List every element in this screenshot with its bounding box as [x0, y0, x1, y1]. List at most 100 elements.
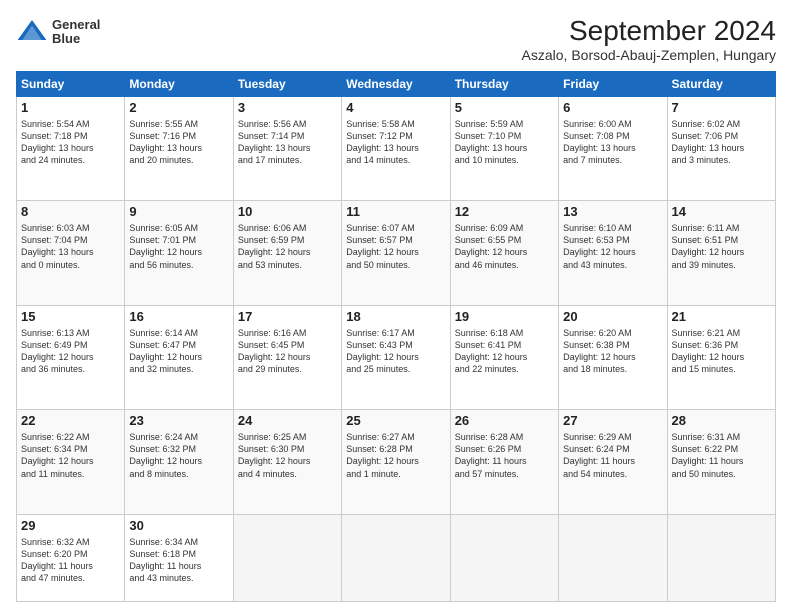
day-info: Sunrise: 6:28 AM Sunset: 6:26 PM Dayligh… [455, 431, 554, 480]
day-info: Sunrise: 6:07 AM Sunset: 6:57 PM Dayligh… [346, 222, 445, 271]
day-number: 29 [21, 518, 120, 535]
calendar-cell: 8Sunrise: 6:03 AM Sunset: 7:04 PM Daylig… [17, 201, 125, 305]
week-row-3: 15Sunrise: 6:13 AM Sunset: 6:49 PM Dayli… [17, 305, 776, 409]
logo-line2: Blue [52, 32, 100, 46]
day-info: Sunrise: 6:21 AM Sunset: 6:36 PM Dayligh… [672, 327, 771, 376]
day-number: 25 [346, 413, 445, 430]
calendar-cell: 20Sunrise: 6:20 AM Sunset: 6:38 PM Dayli… [559, 305, 667, 409]
calendar-cell: 10Sunrise: 6:06 AM Sunset: 6:59 PM Dayli… [233, 201, 341, 305]
day-number: 21 [672, 309, 771, 326]
day-info: Sunrise: 6:31 AM Sunset: 6:22 PM Dayligh… [672, 431, 771, 480]
week-row-2: 8Sunrise: 6:03 AM Sunset: 7:04 PM Daylig… [17, 201, 776, 305]
calendar-cell: 9Sunrise: 6:05 AM Sunset: 7:01 PM Daylig… [125, 201, 233, 305]
day-info: Sunrise: 6:25 AM Sunset: 6:30 PM Dayligh… [238, 431, 337, 480]
day-number: 28 [672, 413, 771, 430]
calendar-cell [559, 514, 667, 601]
calendar-cell: 13Sunrise: 6:10 AM Sunset: 6:53 PM Dayli… [559, 201, 667, 305]
calendar-cell: 14Sunrise: 6:11 AM Sunset: 6:51 PM Dayli… [667, 201, 775, 305]
day-info: Sunrise: 6:11 AM Sunset: 6:51 PM Dayligh… [672, 222, 771, 271]
weekday-header-monday: Monday [125, 71, 233, 96]
calendar-cell: 5Sunrise: 5:59 AM Sunset: 7:10 PM Daylig… [450, 96, 558, 200]
calendar-cell: 17Sunrise: 6:16 AM Sunset: 6:45 PM Dayli… [233, 305, 341, 409]
day-info: Sunrise: 6:02 AM Sunset: 7:06 PM Dayligh… [672, 118, 771, 167]
day-info: Sunrise: 5:59 AM Sunset: 7:10 PM Dayligh… [455, 118, 554, 167]
day-number: 12 [455, 204, 554, 221]
title-block: September 2024 Aszalo, Borsod-Abauj-Zemp… [522, 16, 776, 63]
day-info: Sunrise: 5:54 AM Sunset: 7:18 PM Dayligh… [21, 118, 120, 167]
calendar-cell: 22Sunrise: 6:22 AM Sunset: 6:34 PM Dayli… [17, 410, 125, 514]
day-number: 20 [563, 309, 662, 326]
day-number: 30 [129, 518, 228, 535]
day-info: Sunrise: 6:00 AM Sunset: 7:08 PM Dayligh… [563, 118, 662, 167]
day-info: Sunrise: 6:13 AM Sunset: 6:49 PM Dayligh… [21, 327, 120, 376]
day-number: 26 [455, 413, 554, 430]
day-info: Sunrise: 6:32 AM Sunset: 6:20 PM Dayligh… [21, 536, 120, 585]
day-info: Sunrise: 6:05 AM Sunset: 7:01 PM Dayligh… [129, 222, 228, 271]
header: General Blue September 2024 Aszalo, Bors… [16, 16, 776, 63]
logo-icon [16, 16, 48, 48]
calendar-cell: 29Sunrise: 6:32 AM Sunset: 6:20 PM Dayli… [17, 514, 125, 601]
day-number: 22 [21, 413, 120, 430]
calendar-cell: 2Sunrise: 5:55 AM Sunset: 7:16 PM Daylig… [125, 96, 233, 200]
calendar-cell: 16Sunrise: 6:14 AM Sunset: 6:47 PM Dayli… [125, 305, 233, 409]
week-row-4: 22Sunrise: 6:22 AM Sunset: 6:34 PM Dayli… [17, 410, 776, 514]
day-number: 11 [346, 204, 445, 221]
calendar-cell [342, 514, 450, 601]
calendar-cell: 3Sunrise: 5:56 AM Sunset: 7:14 PM Daylig… [233, 96, 341, 200]
calendar-cell: 23Sunrise: 6:24 AM Sunset: 6:32 PM Dayli… [125, 410, 233, 514]
calendar-cell: 26Sunrise: 6:28 AM Sunset: 6:26 PM Dayli… [450, 410, 558, 514]
day-number: 15 [21, 309, 120, 326]
calendar-cell: 11Sunrise: 6:07 AM Sunset: 6:57 PM Dayli… [342, 201, 450, 305]
day-number: 2 [129, 100, 228, 117]
calendar-cell: 28Sunrise: 6:31 AM Sunset: 6:22 PM Dayli… [667, 410, 775, 514]
day-number: 19 [455, 309, 554, 326]
calendar-cell [233, 514, 341, 601]
day-info: Sunrise: 6:22 AM Sunset: 6:34 PM Dayligh… [21, 431, 120, 480]
day-info: Sunrise: 5:58 AM Sunset: 7:12 PM Dayligh… [346, 118, 445, 167]
calendar-cell: 21Sunrise: 6:21 AM Sunset: 6:36 PM Dayli… [667, 305, 775, 409]
day-number: 13 [563, 204, 662, 221]
calendar-cell: 27Sunrise: 6:29 AM Sunset: 6:24 PM Dayli… [559, 410, 667, 514]
day-info: Sunrise: 5:55 AM Sunset: 7:16 PM Dayligh… [129, 118, 228, 167]
calendar-cell: 4Sunrise: 5:58 AM Sunset: 7:12 PM Daylig… [342, 96, 450, 200]
calendar-cell: 30Sunrise: 6:34 AM Sunset: 6:18 PM Dayli… [125, 514, 233, 601]
day-number: 3 [238, 100, 337, 117]
calendar-cell: 12Sunrise: 6:09 AM Sunset: 6:55 PM Dayli… [450, 201, 558, 305]
calendar-table: SundayMondayTuesdayWednesdayThursdayFrid… [16, 71, 776, 602]
calendar-cell: 7Sunrise: 6:02 AM Sunset: 7:06 PM Daylig… [667, 96, 775, 200]
day-number: 4 [346, 100, 445, 117]
day-number: 10 [238, 204, 337, 221]
day-info: Sunrise: 6:03 AM Sunset: 7:04 PM Dayligh… [21, 222, 120, 271]
calendar-cell: 24Sunrise: 6:25 AM Sunset: 6:30 PM Dayli… [233, 410, 341, 514]
day-number: 16 [129, 309, 228, 326]
calendar-cell [450, 514, 558, 601]
day-info: Sunrise: 6:27 AM Sunset: 6:28 PM Dayligh… [346, 431, 445, 480]
day-number: 9 [129, 204, 228, 221]
day-number: 7 [672, 100, 771, 117]
page: General Blue September 2024 Aszalo, Bors… [0, 0, 792, 612]
calendar-cell [667, 514, 775, 601]
day-info: Sunrise: 6:14 AM Sunset: 6:47 PM Dayligh… [129, 327, 228, 376]
week-row-5: 29Sunrise: 6:32 AM Sunset: 6:20 PM Dayli… [17, 514, 776, 601]
day-info: Sunrise: 6:06 AM Sunset: 6:59 PM Dayligh… [238, 222, 337, 271]
week-row-1: 1Sunrise: 5:54 AM Sunset: 7:18 PM Daylig… [17, 96, 776, 200]
logo-line1: General [52, 18, 100, 32]
day-info: Sunrise: 6:16 AM Sunset: 6:45 PM Dayligh… [238, 327, 337, 376]
day-number: 8 [21, 204, 120, 221]
calendar-cell: 15Sunrise: 6:13 AM Sunset: 6:49 PM Dayli… [17, 305, 125, 409]
day-number: 17 [238, 309, 337, 326]
calendar-cell: 1Sunrise: 5:54 AM Sunset: 7:18 PM Daylig… [17, 96, 125, 200]
page-title: September 2024 [522, 16, 776, 47]
logo-text: General Blue [52, 18, 100, 47]
day-number: 24 [238, 413, 337, 430]
day-info: Sunrise: 6:18 AM Sunset: 6:41 PM Dayligh… [455, 327, 554, 376]
weekday-header-tuesday: Tuesday [233, 71, 341, 96]
calendar-cell: 18Sunrise: 6:17 AM Sunset: 6:43 PM Dayli… [342, 305, 450, 409]
day-info: Sunrise: 6:10 AM Sunset: 6:53 PM Dayligh… [563, 222, 662, 271]
day-number: 1 [21, 100, 120, 117]
weekday-header-sunday: Sunday [17, 71, 125, 96]
day-number: 5 [455, 100, 554, 117]
day-number: 6 [563, 100, 662, 117]
day-number: 27 [563, 413, 662, 430]
day-number: 23 [129, 413, 228, 430]
